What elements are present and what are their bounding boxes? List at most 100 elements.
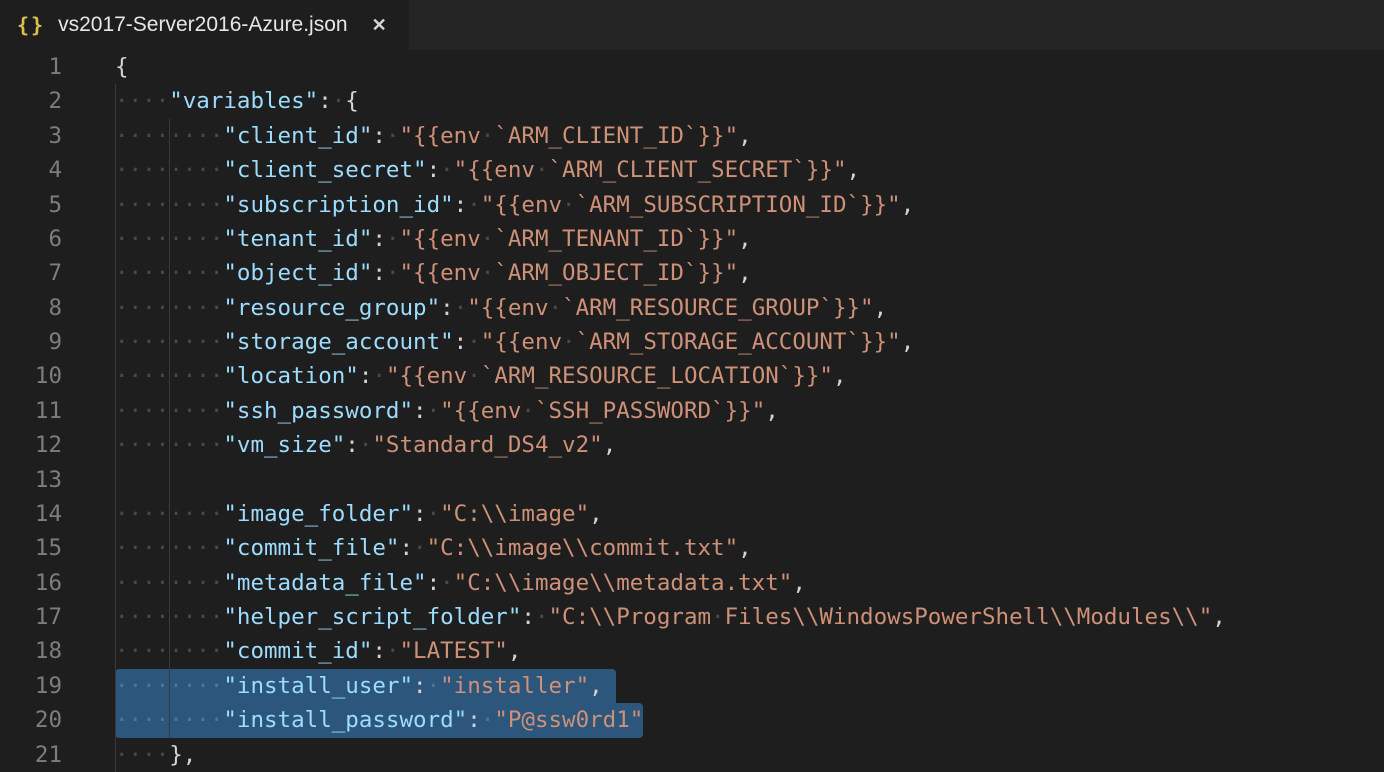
whitespace-dot: · <box>521 398 535 424</box>
whitespace-dot: · <box>196 432 210 458</box>
code-line-3[interactable]: 3········"client_id":·"{{env·`ARM_CLIENT… <box>0 119 1384 153</box>
token-punct: : <box>440 295 454 321</box>
token-str: "installer" <box>440 673 589 699</box>
whitespace-dot: · <box>156 192 170 218</box>
whitespace-dot: · <box>156 329 170 355</box>
whitespace-dot: · <box>142 432 156 458</box>
whitespace-dot: · <box>549 295 563 321</box>
whitespace-dot: · <box>156 535 170 561</box>
code-line-4[interactable]: 4········"client_secret":·"{{env·`ARM_CL… <box>0 153 1384 187</box>
code-line-2[interactable]: 2····"variables":·{ <box>0 84 1384 118</box>
token-key: "helper_script_folder" <box>223 604 521 630</box>
token-punct: : <box>345 432 359 458</box>
code-line-6[interactable]: 6········"tenant_id":·"{{env·`ARM_TENANT… <box>0 222 1384 256</box>
token-key: "location" <box>223 363 358 389</box>
whitespace-dot: · <box>115 742 129 768</box>
whitespace-dot: · <box>142 260 156 286</box>
line-number[interactable]: 15 <box>0 531 62 565</box>
code-line-21[interactable]: 21····}, <box>0 738 1384 772</box>
token-punct: , <box>833 363 847 389</box>
whitespace-dot: · <box>142 123 156 149</box>
code-line-1[interactable]: 1{ <box>0 50 1384 84</box>
whitespace-dot: · <box>142 329 156 355</box>
whitespace-dot: · <box>427 673 441 699</box>
line-number[interactable]: 5 <box>0 188 62 222</box>
whitespace-dot: · <box>142 226 156 252</box>
code-line-content: ········"install_password":·"P@ssw0rd1" <box>62 703 1384 737</box>
line-number[interactable]: 14 <box>0 497 62 531</box>
code-line-8[interactable]: 8········"resource_group":·"{{env·`ARM_R… <box>0 291 1384 325</box>
code-line-11[interactable]: 11········"ssh_password":·"{{env·`SSH_PA… <box>0 394 1384 428</box>
line-number[interactable]: 8 <box>0 291 62 325</box>
token-punct: : <box>454 329 468 355</box>
whitespace-dot: · <box>183 226 197 252</box>
whitespace-dot: · <box>129 329 143 355</box>
token-punct: , <box>738 226 752 252</box>
line-number[interactable]: 12 <box>0 428 62 462</box>
whitespace-dot: · <box>129 673 143 699</box>
line-number[interactable]: 13 <box>0 463 62 497</box>
whitespace-dot: · <box>196 157 210 183</box>
code-line-20[interactable]: 20········"install_password":·"P@ssw0rd1… <box>0 703 1384 737</box>
line-number[interactable]: 11 <box>0 394 62 428</box>
line-number[interactable]: 6 <box>0 222 62 256</box>
code-line-18[interactable]: 18········"commit_id":·"LATEST", <box>0 634 1384 668</box>
code-line-16[interactable]: 16········"metadata_file":·"C:\\image\\m… <box>0 566 1384 600</box>
whitespace-dot: · <box>196 604 210 630</box>
line-number[interactable]: 2 <box>0 84 62 118</box>
code-editor[interactable]: 1{2····"variables":·{3········"client_id… <box>0 50 1384 772</box>
whitespace-dot: · <box>142 398 156 424</box>
line-number[interactable]: 9 <box>0 325 62 359</box>
code-line-content: ········"image_folder":·"C:\\image", <box>62 497 1384 531</box>
token-str: "{{env <box>481 192 562 218</box>
whitespace-dot: · <box>169 157 183 183</box>
whitespace-dot: · <box>440 570 454 596</box>
code-lines: 1{2····"variables":·{3········"client_id… <box>0 50 1384 772</box>
code-line-7[interactable]: 7········"object_id":·"{{env·`ARM_OBJECT… <box>0 256 1384 290</box>
whitespace-dot: · <box>142 88 156 114</box>
tab-vs2017-server2016-azure-json[interactable]: {} vs2017-Server2016-Azure.json ✕ <box>0 0 409 50</box>
whitespace-dot: · <box>183 192 197 218</box>
line-number[interactable]: 20 <box>0 703 62 737</box>
token-punct: , <box>792 570 806 596</box>
whitespace-dot: · <box>142 673 156 699</box>
code-line-19[interactable]: 19········"install_user":·"installer", <box>0 669 1384 703</box>
whitespace-dot: · <box>183 638 197 664</box>
token-str: `ARM_CLIENT_SECRET`}}" <box>549 157 847 183</box>
line-number[interactable]: 1 <box>0 50 62 84</box>
line-number[interactable]: 3 <box>0 119 62 153</box>
line-number[interactable]: 10 <box>0 359 62 393</box>
whitespace-dot: · <box>427 501 441 527</box>
token-punct: : <box>521 604 535 630</box>
line-number[interactable]: 19 <box>0 669 62 703</box>
whitespace-dot: · <box>210 535 224 561</box>
vscode-window: {} vs2017-Server2016-Azure.json ✕ 1{2···… <box>0 0 1384 772</box>
code-line-5[interactable]: 5········"subscription_id":·"{{env·`ARM_… <box>0 188 1384 222</box>
whitespace-dot: · <box>183 398 197 424</box>
code-line-9[interactable]: 9········"storage_account":·"{{env·`ARM_… <box>0 325 1384 359</box>
whitespace-dot: · <box>115 295 129 321</box>
code-line-13[interactable]: 13 <box>0 463 1384 497</box>
whitespace-dot: · <box>210 673 224 699</box>
whitespace-dot: · <box>169 398 183 424</box>
code-line-14[interactable]: 14········"image_folder":·"C:\\image", <box>0 497 1384 531</box>
tab-close-icon[interactable]: ✕ <box>372 15 387 36</box>
token-punct: , <box>589 501 603 527</box>
whitespace-dot: · <box>210 192 224 218</box>
token-key: "object_id" <box>223 260 372 286</box>
whitespace-dot: · <box>129 707 143 733</box>
line-number[interactable]: 7 <box>0 256 62 290</box>
line-number[interactable]: 21 <box>0 738 62 772</box>
code-line-10[interactable]: 10········"location":·"{{env·`ARM_RESOUR… <box>0 359 1384 393</box>
whitespace-dot: · <box>142 501 156 527</box>
line-number[interactable]: 4 <box>0 153 62 187</box>
whitespace-dot: · <box>210 295 224 321</box>
code-line-17[interactable]: 17········"helper_script_folder":·"C:\\P… <box>0 600 1384 634</box>
line-number[interactable]: 18 <box>0 634 62 668</box>
line-number[interactable]: 16 <box>0 566 62 600</box>
token-punct: : <box>372 638 386 664</box>
code-line-12[interactable]: 12········"vm_size":·"Standard_DS4_v2", <box>0 428 1384 462</box>
code-line-15[interactable]: 15········"commit_file":·"C:\\image\\com… <box>0 531 1384 565</box>
whitespace-dot: · <box>156 604 170 630</box>
line-number[interactable]: 17 <box>0 600 62 634</box>
